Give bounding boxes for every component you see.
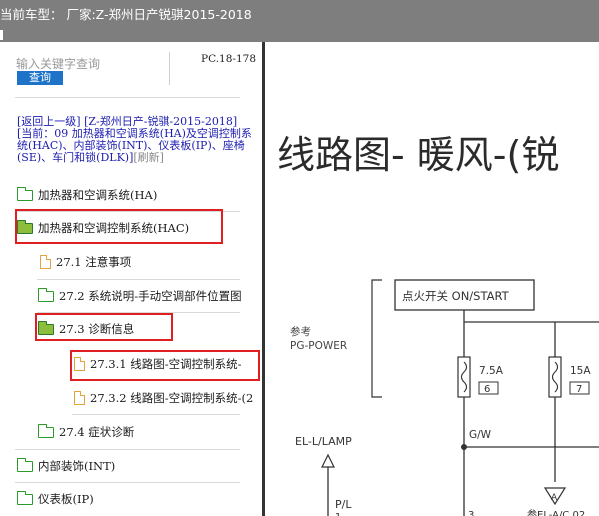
folder-icon xyxy=(38,287,54,302)
terminal-a-label: A xyxy=(551,493,558,503)
tree-item-int[interactable]: 内部装饰(INT) xyxy=(17,457,116,474)
divider xyxy=(15,97,240,98)
arrow-up-icon xyxy=(321,453,335,468)
bottom-reference-label: 参EL-A/C 02 xyxy=(527,508,585,516)
folder-icon xyxy=(17,457,33,472)
folder-icon xyxy=(17,490,33,505)
header-bar: 当前车型： 厂家:Z-郑州日产锐骐2015-2018 xyxy=(0,0,599,42)
wiring-diagram-panel: 线路图- 暖风-(锐 点火开关 ON/START 参考 PG-POWER 7.5… xyxy=(265,42,599,516)
fuse-1-rating: 7.5A xyxy=(479,365,504,377)
page-code: PC.18-178 xyxy=(201,53,257,65)
lamp-label: EL-L/LAMP xyxy=(295,435,352,448)
fuse-2-number: 7 xyxy=(576,384,582,395)
ignition-switch-label: 点火开关 ON/START xyxy=(402,289,510,303)
folder-icon xyxy=(17,186,33,201)
refresh-link[interactable]: [刷新] xyxy=(133,151,164,164)
resize-grip[interactable] xyxy=(0,30,3,40)
divider xyxy=(37,279,240,280)
highlight-box xyxy=(70,350,260,381)
tree-item-label: 27.4 症状诊断 xyxy=(59,425,135,439)
wiring-diagram: 点火开关 ON/START 参考 PG-POWER 7.5A 6 15A 7 G… xyxy=(290,279,599,516)
reference-bracket xyxy=(371,279,382,398)
tree-item-27-4[interactable]: 27.4 症状诊断 xyxy=(38,423,135,440)
pin-3-label: 3 xyxy=(468,510,474,516)
vehicle-model-title: 当前车型： 厂家:Z-郑州日产锐骐2015-2018 xyxy=(0,7,252,22)
connector-label: P/L xyxy=(335,498,352,511)
tree-item-27-1[interactable]: 27.1 注意事项 xyxy=(40,254,131,270)
tree-item-27-2[interactable]: 27.2 系统说明-手动空调部件位置图 xyxy=(38,287,242,304)
tree-item-label: 仪表板(IP) xyxy=(38,492,94,506)
divider xyxy=(72,414,240,415)
fuse-2-rating: 15A xyxy=(570,365,591,377)
highlight-box xyxy=(35,313,173,341)
fuse-1-number: 6 xyxy=(484,384,490,395)
tree-item-ha[interactable]: 加热器和空调系统(HA) xyxy=(17,186,158,203)
tree-item-label: 加热器和空调系统(HA) xyxy=(38,188,158,202)
highlight-box xyxy=(15,209,223,244)
folder-icon xyxy=(38,423,54,438)
tree-item-label: 27.3.2 线路图-空调控制系统-(2 xyxy=(90,391,254,405)
fuse-2 xyxy=(548,356,562,398)
fuse-1 xyxy=(457,356,471,398)
search-divider xyxy=(169,52,170,85)
tree-item-label: 27.1 注意事项 xyxy=(56,255,132,269)
tree-item-label: 27.2 系统说明-手动空调部件位置图 xyxy=(59,289,242,303)
tree-item-label: 内部装饰(INT) xyxy=(38,459,116,473)
document-icon xyxy=(40,255,51,269)
search-input[interactable] xyxy=(16,56,166,72)
search-button[interactable]: 查询 xyxy=(17,71,63,85)
tree-item-ip[interactable]: 仪表板(IP) xyxy=(17,490,94,507)
breadcrumb: [返回上一级] [Z-郑州日产-锐骐-2015-2018] [当前：09 加热器… xyxy=(17,116,257,164)
connector-pin: 1 xyxy=(335,512,341,516)
reference-value: PG-POWER xyxy=(290,340,347,352)
divider xyxy=(15,482,240,483)
document-icon xyxy=(74,391,85,405)
wire-color-label: G/W xyxy=(469,429,492,441)
reference-label: 参考 xyxy=(290,325,311,338)
divider xyxy=(15,449,240,450)
tree-item-27-3-2[interactable]: 27.3.2 线路图-空调控制系统-(2 xyxy=(74,390,253,406)
